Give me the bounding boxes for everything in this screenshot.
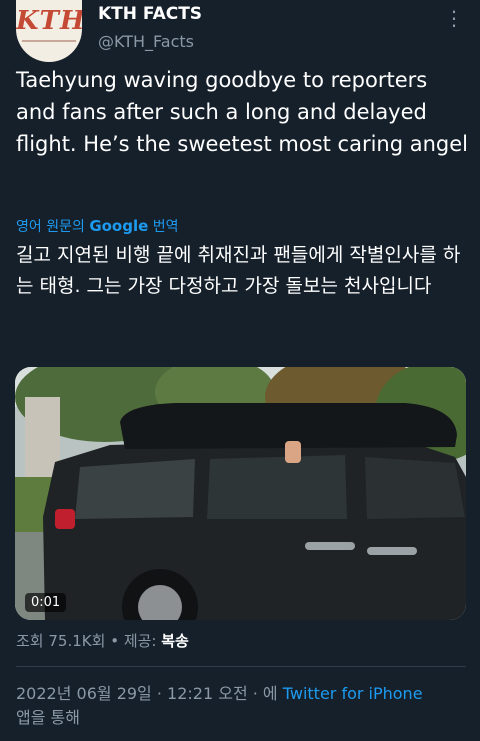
avatar-logo-text: KTH	[16, 6, 82, 36]
avatar[interactable]: KTH	[16, 0, 82, 62]
translated-text: 길고 지연된 비행 끝에 취재진과 팬들에게 작별인사를 하는 태형. 그는 가…	[16, 244, 461, 297]
source-label: 제공:	[123, 632, 162, 650]
timestamp[interactable]: 2022년 06월 29일 · 12:21 오전 · 에	[16, 684, 283, 703]
video-player[interactable]: 0:01	[15, 367, 466, 620]
tweet-meta: 2022년 06월 29일 · 12:21 오전 · 에 Twitter for…	[16, 682, 468, 730]
divider	[16, 666, 466, 667]
video-thumbnail	[15, 367, 466, 620]
source-value[interactable]: 복송	[161, 632, 189, 650]
client-app-link[interactable]: Twitter for iPhone	[283, 684, 423, 703]
translation-attribution[interactable]: 영어 원문의 Google 번역	[16, 216, 179, 236]
tweet-text: Taehyung waving goodbye to reporters and…	[16, 68, 469, 156]
tweet-header: KTH KTH FACTS @KTH_Facts ⋮	[14, 0, 466, 62]
author-name[interactable]: KTH FACTS	[98, 4, 202, 24]
views-count: 75.1K회	[48, 632, 106, 650]
translate-prefix: 영어 원문의	[16, 219, 90, 235]
stats-separator: •	[105, 632, 124, 650]
views-label: 조회	[16, 632, 49, 650]
google-brand: Google	[89, 217, 149, 235]
view-stats: 조회 75.1K회 • 제공: 복송	[16, 630, 189, 651]
avatar-logo-underline	[22, 40, 76, 42]
translate-suffix: 번역	[148, 219, 179, 235]
video-duration: 0:01	[25, 593, 67, 612]
more-icon[interactable]: ⋮	[442, 6, 466, 30]
client-app-suffix: 앱을 통해	[16, 708, 80, 727]
author-handle[interactable]: @KTH_Facts	[98, 32, 194, 51]
